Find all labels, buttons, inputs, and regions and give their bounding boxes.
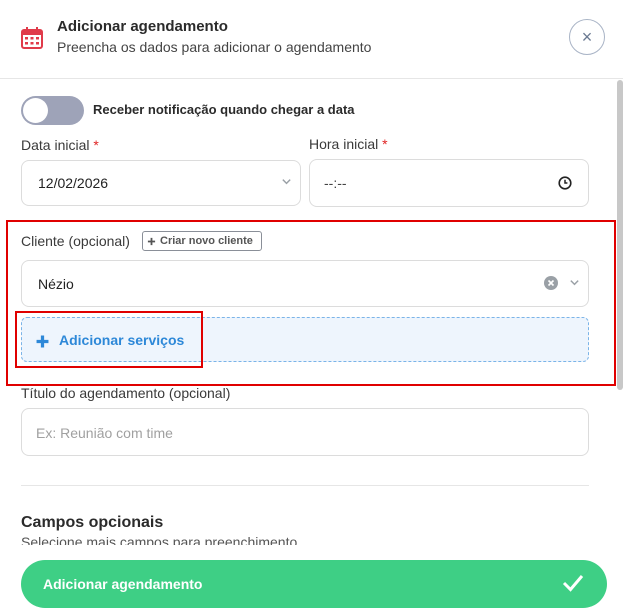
toggle-knob [23, 98, 48, 123]
plus-icon [147, 234, 156, 249]
required-asterisk: * [382, 136, 388, 152]
check-icon [562, 568, 584, 597]
optional-fields-subtitle: Selecione mais campos para preenchimento [21, 536, 297, 545]
create-client-label: Criar novo cliente [160, 235, 253, 247]
appointment-title-input[interactable]: Ex: Reunião com time [21, 408, 589, 456]
date-label-text: Data inicial [21, 137, 90, 153]
date-input[interactable]: 12/02/2026 [21, 160, 301, 206]
client-select[interactable]: Nézio [21, 260, 589, 307]
chevron-down-icon[interactable] [569, 277, 580, 291]
scrollbar[interactable] [617, 80, 623, 390]
calendar-icon [20, 26, 44, 50]
optional-fields-subtitle-text: Selecione mais campos para preenchimento [21, 536, 298, 545]
client-value: Nézio [38, 276, 74, 292]
chevron-down-icon [281, 176, 292, 190]
appointment-title-label: Título do agendamento (opcional) [21, 385, 231, 401]
time-label-text: Hora inicial [309, 136, 379, 152]
close-icon: × [581, 26, 593, 47]
submit-button[interactable]: Adicionar agendamento [21, 560, 607, 608]
notification-toggle[interactable] [21, 96, 84, 125]
date-value: 12/02/2026 [38, 175, 109, 191]
highlight-box-services [15, 311, 203, 368]
client-label: Cliente (opcional) [21, 233, 130, 249]
time-label: Hora inicial * [309, 136, 388, 152]
optional-fields-title: Campos opcionais [21, 514, 164, 531]
clock-icon[interactable] [558, 176, 572, 193]
modal-title: Adicionar agendamento [57, 18, 228, 35]
submit-label: Adicionar agendamento [43, 576, 203, 592]
clear-selection-icon[interactable] [544, 276, 558, 290]
create-client-button[interactable]: Criar novo cliente [142, 231, 262, 251]
time-value: --:-- [324, 175, 347, 191]
close-button[interactable]: × [569, 19, 605, 55]
modal-header: Adicionar agendamento Preencha os dados … [0, 0, 623, 79]
notification-toggle-label: Receber notificação quando chegar a data [93, 102, 355, 117]
required-asterisk: * [93, 137, 99, 153]
date-label: Data inicial * [21, 137, 99, 153]
time-input[interactable]: --:-- [309, 159, 589, 207]
appointment-title-placeholder: Ex: Reunião com time [36, 425, 173, 441]
section-divider [21, 485, 589, 486]
modal-subtitle: Preencha os dados para adicionar o agend… [57, 39, 372, 55]
